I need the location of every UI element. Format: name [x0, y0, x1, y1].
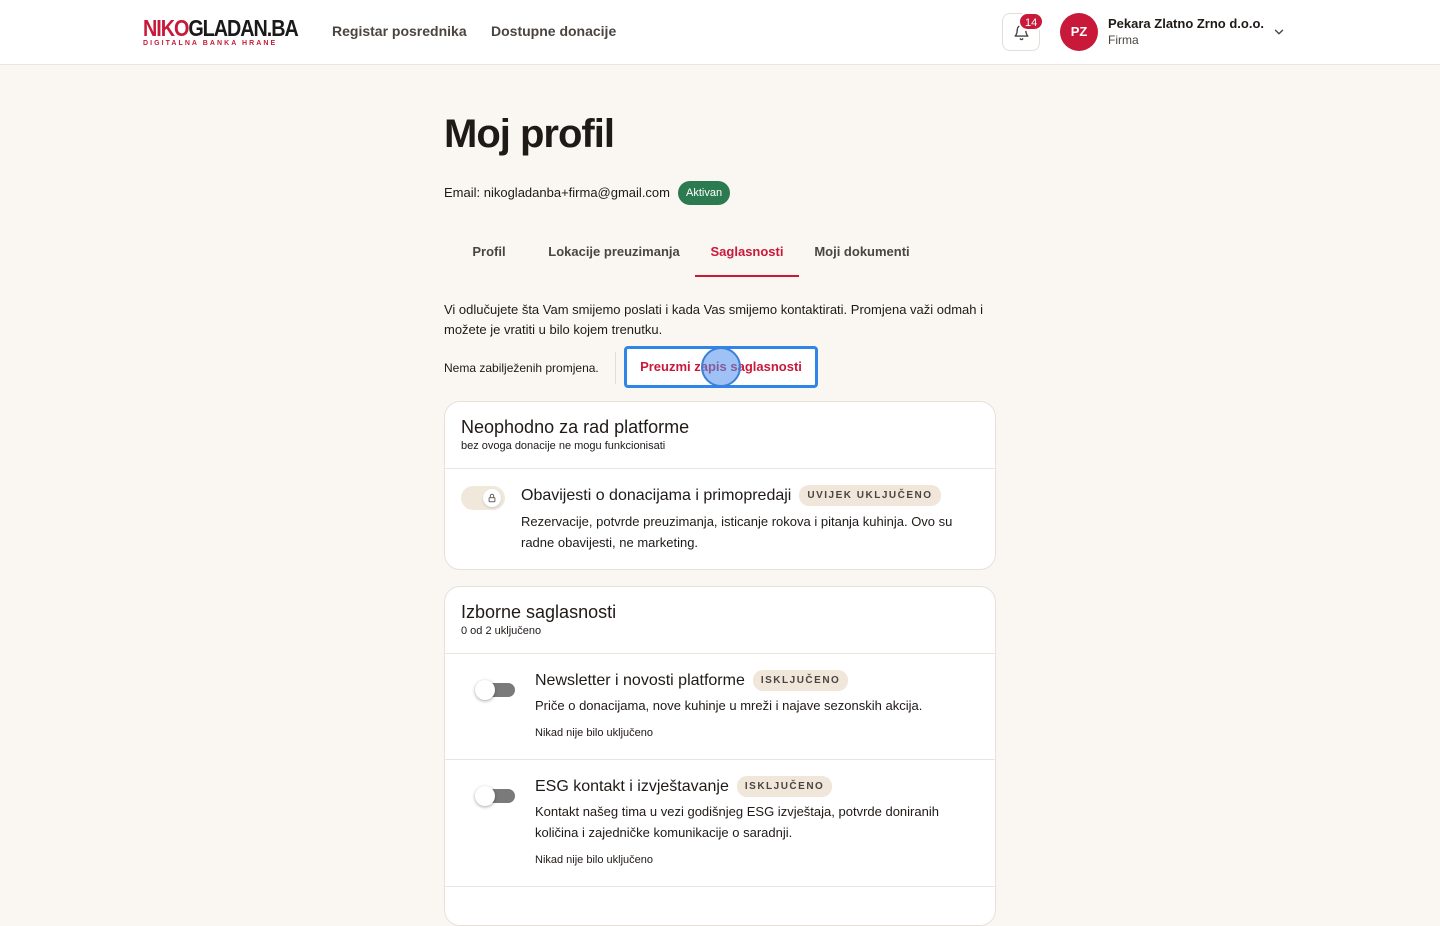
profile-tabs: Profil Lokacije preuzimanja Saglasnosti …	[444, 232, 996, 277]
locked-toggle	[461, 486, 505, 510]
top-header: NIKOGLADAN.BA DIGITALNA BANKA HRANE Regi…	[0, 0, 1440, 65]
consent-row-esg: ESG kontakt i izvještavanje ISKLJUČENO K…	[445, 760, 995, 887]
cursor-indicator	[701, 347, 741, 387]
email-text: Email: nikogladanba+firma@gmail.com	[444, 185, 670, 200]
tab-lokacije-preuzimanja[interactable]: Lokacije preuzimanja	[540, 232, 688, 277]
consent-description: Priče o donacijama, nove kuhinje u mreži…	[535, 698, 923, 713]
newsletter-toggle[interactable]	[475, 680, 515, 700]
consent-title: Newsletter i novosti platforme	[535, 671, 745, 689]
optional-consents-card: Izborne saglasnosti 0 od 2 uključeno New…	[444, 586, 996, 926]
avatar[interactable]: PZ	[1060, 13, 1098, 51]
required-consents-card: Neophodno za rad platforme bez ovoga don…	[444, 401, 996, 570]
consent-description: Kontakt našeg tima u vezi godišnjeg ESG …	[535, 804, 939, 840]
consent-row-next	[445, 887, 995, 907]
logo-part-1: NIKO	[143, 15, 189, 41]
card-subtitle: bez ovoga donacije ne mogu funkcionisati	[461, 440, 666, 452]
logo[interactable]: NIKOGLADAN.BA DIGITALNA BANKA HRANE	[143, 15, 299, 48]
card-header: Neophodno za rad platforme bez ovoga don…	[445, 402, 995, 469]
logo-part-2: GLADAN.BA	[188, 15, 298, 41]
consent-row-donation-notifications: Obavijesti o donacijama i primopredaji U…	[445, 469, 995, 569]
tab-moji-dokumenti[interactable]: Moji dokumenti	[806, 232, 918, 277]
divider	[615, 352, 616, 384]
card-title: Neophodno za rad platforme	[461, 417, 690, 437]
tab-profil[interactable]: Profil	[456, 232, 522, 277]
nav-dostupne-donacije[interactable]: Dostupne donacije	[491, 23, 616, 39]
esg-toggle[interactable]	[475, 786, 515, 806]
lock-icon	[488, 493, 496, 503]
user-role: Firma	[1108, 33, 1139, 47]
consent-description: Rezervacije, potvrde preuzimanja, istica…	[521, 514, 953, 550]
status-tag: ISKLJUČENO	[736, 776, 833, 797]
consent-history: Nikad nije bilo uključeno	[535, 854, 654, 866]
consent-intro-text: Vi odlučujete šta Vam smijemo poslati i …	[444, 302, 984, 337]
logo-tagline: DIGITALNA BANKA HRANE	[143, 40, 278, 47]
consent-title: Obavijesti o donacijama i primopredaji	[521, 486, 792, 504]
status-tag: ISKLJUČENO	[752, 670, 849, 691]
no-changes-text: Nema zabilježenih promjena.	[444, 361, 599, 375]
card-subtitle: 0 od 2 uključeno	[461, 625, 542, 637]
consent-title: ESG kontakt i izvještavanje	[535, 777, 729, 795]
card-title: Izborne saglasnosti	[461, 602, 617, 622]
nav-registar-posrednika[interactable]: Registar posrednika	[332, 23, 467, 39]
notifications-count-badge: 14	[1018, 12, 1045, 31]
status-badge: Aktivan	[678, 180, 731, 205]
card-header: Izborne saglasnosti 0 od 2 uključeno	[445, 587, 995, 654]
page-title: Moj profil	[444, 112, 615, 156]
tab-saglasnosti[interactable]: Saglasnosti	[695, 232, 799, 277]
consent-history: Nikad nije bilo uključeno	[535, 727, 654, 739]
email-row: Email: nikogladanba+firma@gmail.com Akti…	[444, 180, 731, 205]
user-name[interactable]: Pekara Zlatno Zrno d.o.o.	[1108, 16, 1264, 31]
chevron-down-icon[interactable]	[1272, 25, 1286, 39]
consent-row-newsletter: Newsletter i novosti platforme ISKLJUČEN…	[445, 654, 995, 760]
always-on-badge: UVIJEK UKLJUČENO	[799, 485, 941, 506]
